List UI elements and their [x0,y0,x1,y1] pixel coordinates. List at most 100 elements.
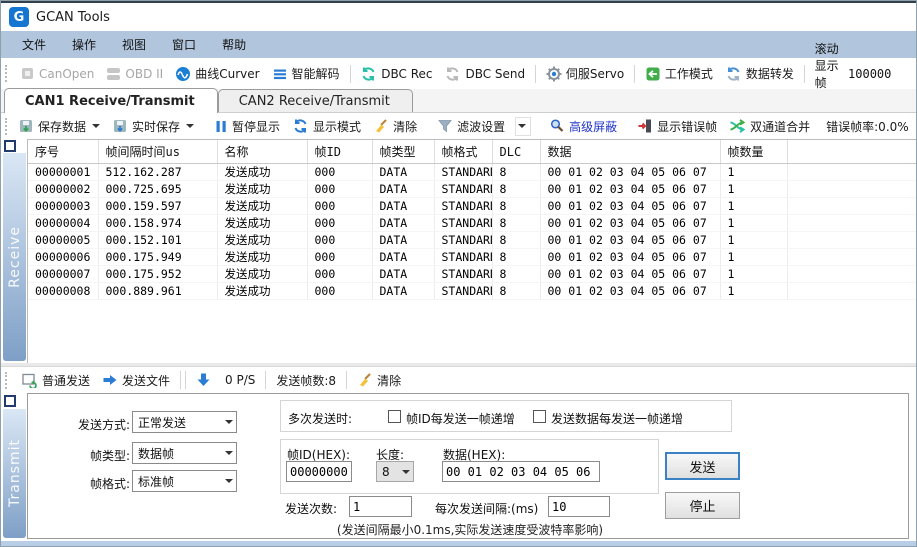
data-hex-input[interactable] [442,461,600,482]
curve-button[interactable]: 曲线Curver [169,58,265,89]
table-row[interactable]: 00000008000.889.961发送成功000DATASTANDARD80… [28,283,917,300]
work-mode-button[interactable]: 工作模式 [639,58,719,89]
frame-type-label: 帧类型: [48,447,130,464]
table-row[interactable]: 00000002000.725.695发送成功000DATASTANDARD80… [28,181,917,198]
cell: 00 01 02 03 04 05 06 07 [540,181,720,198]
cell: 00000005 [28,232,98,249]
filter-combobox[interactable] [515,117,531,136]
realtime-save-icon [112,118,128,134]
toolbar-grip[interactable] [5,372,10,389]
transmit-pane-checkbox[interactable] [4,395,16,407]
display-mode-button[interactable]: 显示模式 [286,113,367,139]
cell: 000 [307,266,372,283]
column-header[interactable]: DLC [492,140,540,164]
column-header[interactable]: 帧数量 [720,140,787,164]
merge-channels-button[interactable]: 双通道合并 [723,113,816,139]
column-header[interactable]: 名称 [217,140,307,164]
realtime-save-button[interactable]: 实时保存 [106,113,200,139]
dbc-rec-icon [360,66,377,82]
menu-item[interactable]: 帮助 [209,31,259,58]
cell: 00000004 [28,215,98,232]
save-icon [18,118,34,134]
tab-can2-receive-transmit[interactable]: CAN2 Receive/Transmit [218,89,413,112]
frame-type-value: 数据帧 [138,445,220,462]
table-header-row: 序号帧间隔时间us名称帧ID帧类型帧格式DLC数据帧数量 [28,140,917,164]
menu-item[interactable]: 视图 [109,31,159,58]
tab-can1-receive-transmit[interactable]: CAN1 Receive/Transmit [4,88,218,113]
cell: 00 01 02 03 04 05 06 07 [540,283,720,300]
inc-data-checkbox[interactable] [533,410,546,423]
cell: 00 01 02 03 04 05 06 07 [540,164,720,181]
receive-table[interactable]: 序号帧间隔时间us名称帧ID帧类型帧格式DLC数据帧数量 00000001512… [27,139,917,363]
toolbar-grip[interactable] [5,118,7,135]
pause-icon [214,119,228,134]
broom-icon [357,372,373,388]
table-row[interactable]: 00000007000.175.952发送成功000DATASTANDARD80… [28,266,917,283]
send-times-input[interactable] [349,496,412,517]
stop-button[interactable]: 停止 [665,492,740,519]
send-mode-combobox[interactable]: 正常发送 [132,411,237,433]
chevron-down-icon [220,412,236,432]
cell: 000.159.597 [98,198,217,215]
send-file-arrow-icon [102,372,118,388]
title-bar: G GCAN Tools [1,1,916,31]
servo-gear-icon [546,66,562,82]
column-header[interactable]: 数据 [540,140,720,164]
chevron-down-icon [397,462,413,481]
dbc-rec-button[interactable]: DBC Rec [354,58,438,89]
column-header[interactable]: 序号 [28,140,98,164]
toolbar-separator [265,371,266,389]
toolbar-separator [350,65,351,83]
frame-id-input[interactable] [286,461,352,482]
length-combobox[interactable]: 8 [376,461,414,482]
frame-type-combobox[interactable]: 数据帧 [132,442,237,464]
column-header[interactable]: 帧格式 [434,140,492,164]
dbc-send-button[interactable]: DBC Send [438,58,531,89]
frame-format-combobox[interactable]: 标准帧 [132,470,237,492]
column-header[interactable]: 帧ID [307,140,372,164]
column-header[interactable]: 帧类型 [372,140,434,164]
cell: 000.175.952 [98,266,217,283]
transmit-side-tab[interactable]: Transmit [3,409,26,538]
column-header[interactable]: 帧间隔时间us [98,140,217,164]
transmit-clear-button[interactable]: 清除 [351,367,407,393]
save-data-button[interactable]: 保存数据 [12,113,106,139]
decode-button[interactable]: 智能解码 [266,58,346,89]
cell: 1 [720,249,787,266]
menu-item[interactable]: 文件 [9,31,59,58]
cell: 8 [492,215,540,232]
toolbar-grip[interactable] [5,65,9,82]
canopen-button[interactable]: CanOpen [14,58,100,89]
receive-side-tab[interactable]: Receive [3,153,26,361]
send-button[interactable]: 发送 [665,452,740,480]
show-error-frames-button[interactable]: 显示错误帧 [631,113,723,139]
forward-button[interactable]: 数据转发 [719,58,800,89]
menu-item[interactable]: 窗口 [159,31,209,58]
cell-filler [787,198,917,215]
work-mode-icon [645,66,661,82]
receive-pane-checkbox[interactable] [4,140,16,152]
cell: 00000006 [28,249,98,266]
filter-settings-button[interactable]: 滤波设置 [431,113,511,139]
table-row[interactable]: 00000005000.152.101发送成功000DATASTANDARD80… [28,232,917,249]
table-row[interactable]: 00000001512.162.287发送成功000DATASTANDARD80… [28,164,917,181]
interval-input[interactable] [548,496,610,517]
table-row[interactable]: 00000006000.175.949发送成功000DATASTANDARD80… [28,249,917,266]
advanced-mask-button[interactable]: 高级屏蔽 [543,113,623,139]
send-file-button[interactable]: 发送文件 [96,367,176,393]
table-row[interactable]: 00000003000.159.597发送成功000DATASTANDARD80… [28,198,917,215]
multi-send-label: 多次发送时: [288,410,352,427]
decode-label: 智能解码 [292,65,340,82]
cell: 000.725.695 [98,181,217,198]
inc-id-checkbox[interactable] [388,410,401,423]
scroll-frames-input[interactable] [846,66,916,82]
pause-display-button[interactable]: 暂停显示 [208,113,286,139]
servo-button[interactable]: 伺服Servo [540,58,630,89]
chevron-down-icon [220,471,236,491]
cell: STANDARD [434,266,492,283]
normal-send-button[interactable]: 普通发送 [15,367,96,393]
menu-item[interactable]: 操作 [59,31,109,58]
obd-button[interactable]: OBD II [100,58,169,89]
table-row[interactable]: 00000004000.158.974发送成功000DATASTANDARD80… [28,215,917,232]
clear-button[interactable]: 清除 [367,113,423,139]
